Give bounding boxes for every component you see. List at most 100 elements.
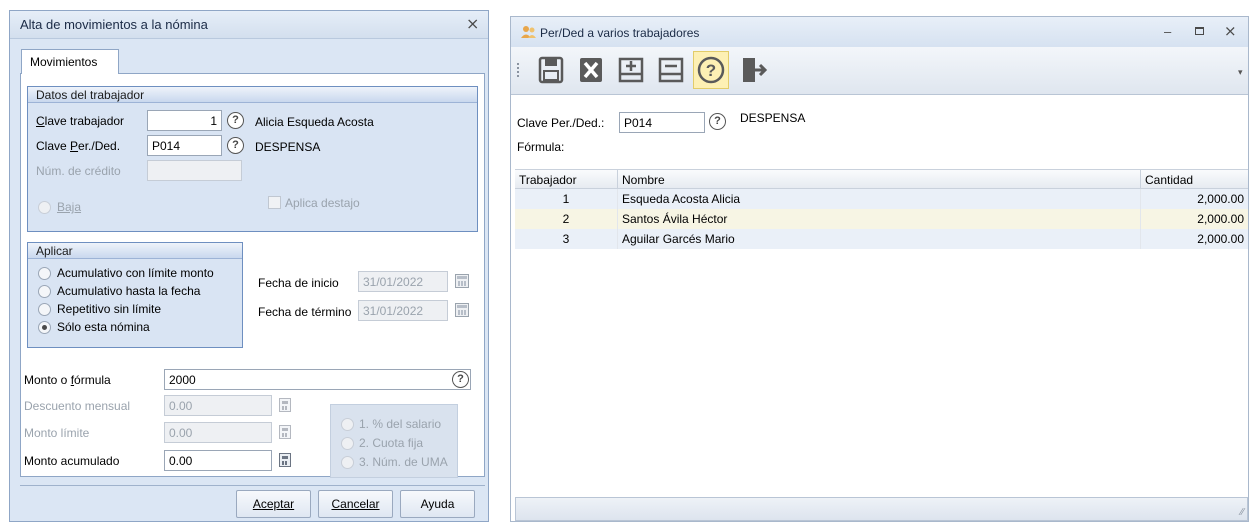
calculator-icon[interactable] [279, 398, 291, 412]
help-icon[interactable]: ? [227, 137, 244, 154]
dialog-titlebar: Alta de movimientos a la nómina ⨯ [10, 11, 488, 39]
aplicar-group: Aplicar Acumulativo con límite monto Acu… [27, 242, 243, 348]
calculator-icon[interactable] [279, 453, 291, 467]
col-nombre[interactable]: Nombre [618, 170, 1141, 190]
fecha-inicio-input[interactable]: 31/01/2022 [358, 271, 448, 292]
cancelar-button[interactable]: Cancelar [318, 490, 393, 518]
fecha-termino-input[interactable]: 31/01/2022 [358, 300, 448, 321]
help-button[interactable]: ? [693, 51, 729, 89]
formula-label: Fórmula: [517, 140, 565, 154]
perded-nombre: DESPENSA [255, 140, 321, 154]
group-header: Aplicar [28, 243, 242, 259]
toolbar-grip [517, 63, 519, 77]
acumulativo-fecha-label: Acumulativo hasta la fecha [57, 284, 201, 298]
descuento-mensual-input[interactable]: 0.00 [164, 395, 272, 416]
clave-perded-label: Clave Per./Ded.: [517, 116, 605, 130]
maximize-icon[interactable] [1195, 27, 1204, 35]
dialog-title: Alta de movimientos a la nómina [20, 17, 208, 32]
calendar-icon[interactable] [455, 274, 469, 288]
table-row[interactable]: 2 Santos Ávila Héctor 2,000.00 [515, 209, 1248, 229]
aplica-destajo-label: Aplica destajo [285, 196, 360, 210]
porcentaje-salario-radio[interactable] [341, 418, 354, 431]
help-icon[interactable]: ? [452, 371, 469, 388]
svg-text:?: ? [706, 61, 716, 80]
clave-trabajador-label: Clave trabajador [36, 114, 125, 128]
ayuda-button[interactable]: Ayuda [400, 490, 475, 518]
baja-radio[interactable] [38, 201, 51, 214]
cell-nombre: Esqueda Acosta Alicia [618, 189, 1141, 209]
perded-nombre: DESPENSA [740, 111, 806, 125]
porcentaje-salario-label: 1. % del salario [359, 417, 442, 431]
calculator-icon[interactable] [279, 425, 291, 439]
clave-perded-input[interactable]: P014 [147, 135, 222, 156]
monto-limite-input[interactable]: 0.00 [164, 422, 272, 443]
datos-trabajador-group: Datos del trabajador Clave trabajador 1 … [27, 86, 478, 232]
exit-button[interactable] [735, 51, 771, 89]
monto-limite-label: Monto límite [24, 426, 90, 440]
table-row[interactable]: 3 Aguilar Garcés Mario 2,000.00 [515, 229, 1248, 249]
col-trabajador[interactable]: Trabajador [515, 170, 618, 190]
remove-row-icon [658, 57, 684, 83]
tab-movimientos[interactable]: Movimientos [21, 49, 119, 74]
toolbar-overflow-icon[interactable]: ▾ [1238, 67, 1243, 78]
baja-label: Baja [57, 200, 82, 214]
solo-nomina-label: Sólo esta nómina [57, 320, 150, 334]
cell-cantidad: 2,000.00 [1197, 212, 1244, 226]
add-row-button[interactable] [613, 51, 649, 89]
cell-nombre: Aguilar Garcés Mario [618, 229, 1141, 249]
acumulativo-limite-label: Acumulativo con límite monto [57, 266, 214, 280]
status-bar: ∕∕ [515, 497, 1248, 521]
cuota-fija-label: 2. Cuota fija [359, 436, 424, 450]
solo-nomina-radio[interactable] [38, 321, 51, 334]
cell-cantidad: 2,000.00 [1197, 192, 1244, 206]
descuento-mensual-label: Descuento mensual [24, 399, 131, 413]
close-icon[interactable]: ⨯ [1224, 24, 1237, 39]
alta-movimientos-dialog: Alta de movimientos a la nómina ⨯ Movimi… [9, 10, 489, 522]
cuota-fija-radio[interactable] [341, 437, 354, 450]
cell-cantidad: 2,000.00 [1197, 232, 1244, 246]
fecha-inicio-label: Fecha de inicio [258, 276, 339, 290]
aplica-destajo-checkbox[interactable] [268, 196, 281, 209]
perded-varios-window: Per/Ded a varios trabajadores – ⨯ ? ▾ Cl… [510, 16, 1249, 522]
num-credito-label: Núm. de crédito [36, 164, 121, 178]
close-icon[interactable]: ⨯ [466, 17, 479, 33]
monto-acumulado-input[interactable]: 0.00 [164, 450, 272, 471]
clave-perded-input[interactable]: P014 [619, 112, 705, 133]
exit-icon [743, 58, 768, 82]
col-cantidad[interactable]: Cantidad [1141, 170, 1248, 190]
window-title: Per/Ded a varios trabajadores [540, 26, 700, 40]
cell-trabajador: 2 [515, 209, 618, 229]
repetitivo-radio[interactable] [38, 303, 51, 316]
num-uma-radio[interactable] [341, 456, 354, 469]
tipo-calculo-group: 1. % del salario 2. Cuota fija 3. Núm. d… [330, 404, 458, 478]
help-icon: ? [697, 56, 725, 84]
window-titlebar: Per/Ded a varios trabajadores – ⨯ [511, 17, 1248, 47]
cell-trabajador: 1 [515, 189, 618, 209]
calendar-icon[interactable] [455, 303, 469, 317]
grid-header: Trabajador Nombre Cantidad [515, 169, 1248, 190]
clave-perded-label: Clave Per./Ded. [36, 139, 121, 153]
resize-grip-icon[interactable]: ∕∕ [1241, 507, 1244, 518]
aceptar-button[interactable]: Aceptar [236, 490, 311, 518]
acumulativo-limite-radio[interactable] [38, 267, 51, 280]
num-uma-label: 3. Núm. de UMA [359, 455, 448, 469]
toolbar: ? ▾ [511, 47, 1248, 95]
cell-trabajador: 3 [515, 229, 618, 249]
clave-trabajador-input[interactable]: 1 [147, 110, 222, 131]
save-button[interactable] [533, 51, 569, 89]
help-icon[interactable]: ? [227, 112, 244, 129]
delete-button[interactable] [573, 51, 609, 89]
monto-formula-input[interactable]: 2000 [164, 369, 471, 390]
table-row[interactable]: 1 Esqueda Acosta Alicia 2,000.00 [515, 189, 1248, 209]
help-icon[interactable]: ? [709, 113, 726, 130]
add-row-icon [618, 57, 644, 83]
minimize-icon[interactable]: – [1164, 24, 1171, 39]
tab-panel-movimientos: Datos del trabajador Clave trabajador 1 … [20, 73, 485, 478]
acumulativo-fecha-radio[interactable] [38, 285, 51, 298]
num-credito-input[interactable] [147, 160, 242, 181]
cell-nombre: Santos Ávila Héctor [618, 209, 1141, 229]
remove-row-button[interactable] [653, 51, 689, 89]
save-icon [538, 56, 564, 84]
users-icon [521, 26, 536, 38]
group-header: Datos del trabajador [28, 87, 477, 103]
